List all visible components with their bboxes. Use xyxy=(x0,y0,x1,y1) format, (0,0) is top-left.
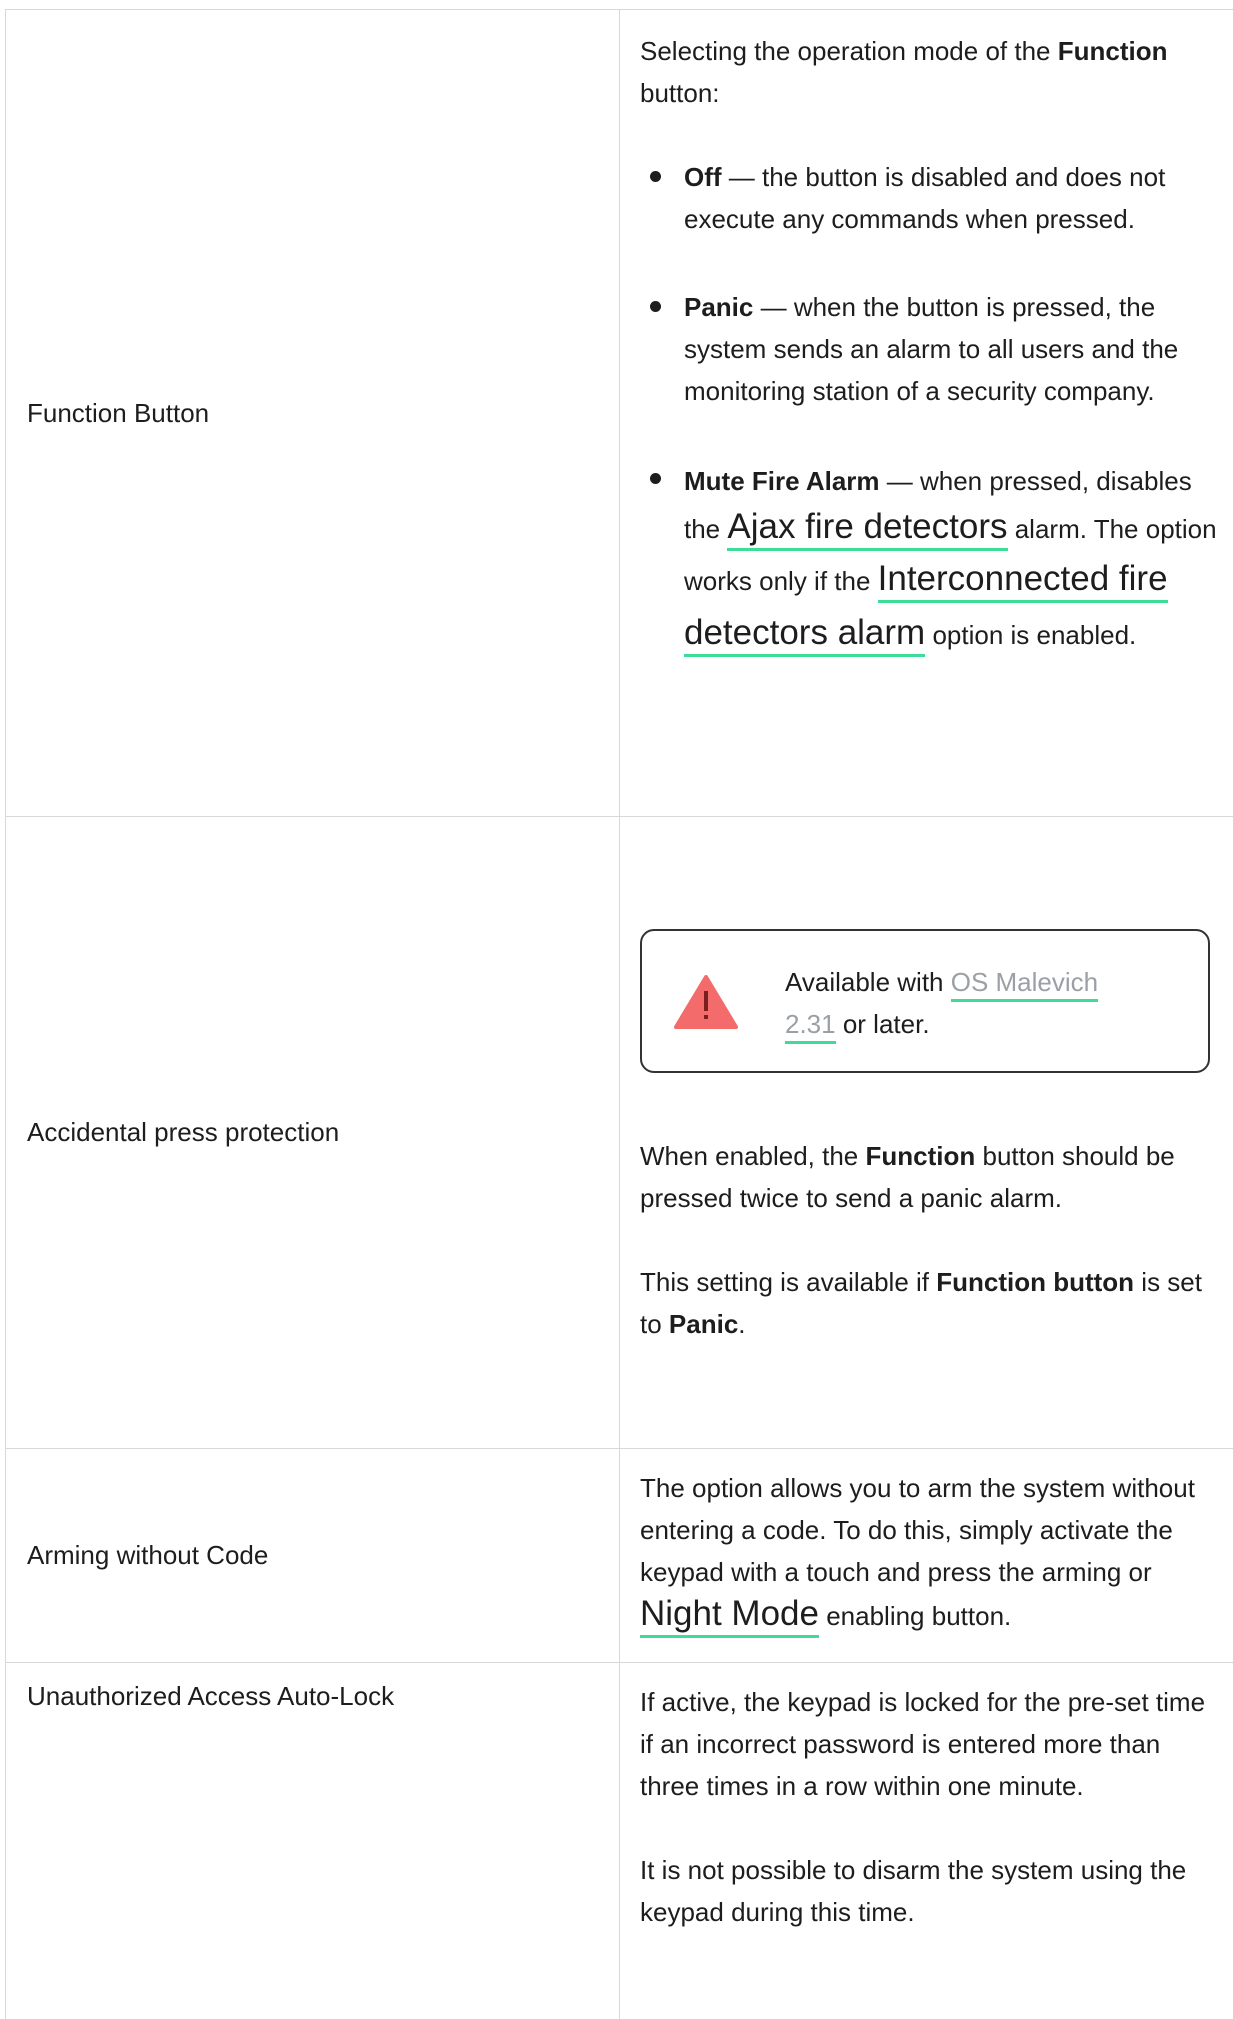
setting-description: If active, the keypad is locked for the … xyxy=(620,1663,1233,2019)
description-paragraph: If active, the keypad is locked for the … xyxy=(640,1687,1206,1801)
table-row: Arming without Code The option allows yo… xyxy=(5,1449,1233,1663)
list-item: Off — the button is disabled and does no… xyxy=(640,156,1219,240)
night-mode-link[interactable]: Night Mode xyxy=(640,1594,819,1638)
setting-name: Arming without Code xyxy=(5,1449,620,1662)
list-item: Mute Fire Alarm — when pressed, disables… xyxy=(640,458,1219,660)
setting-description: Selecting the operation mode of the Func… xyxy=(620,10,1233,816)
table-row: Function Button Selecting the operation … xyxy=(5,10,1233,817)
description-paragraph: When enabled, the Function button should… xyxy=(640,1141,1175,1213)
description-paragraph: It is not possible to disarm the system … xyxy=(640,1855,1187,1927)
settings-table: Function Button Selecting the operation … xyxy=(5,9,1233,2019)
table-row: Accidental press protection Available wi… xyxy=(5,817,1233,1449)
description-intro: Selecting the operation mode of the Func… xyxy=(640,36,1168,108)
setting-label: Unauthorized Access Auto-Lock xyxy=(27,1681,395,1711)
list-item: Panic — when the button is pressed, the … xyxy=(640,286,1219,412)
setting-name: Unauthorized Access Auto-Lock xyxy=(5,1663,620,2019)
setting-name: Accidental press protection xyxy=(5,817,620,1448)
callout-text: Available with OS Malevich 2.31 or later… xyxy=(785,961,1145,1045)
description-paragraph: This setting is available if Function bu… xyxy=(640,1267,1202,1339)
options-list: Off — the button is disabled and does no… xyxy=(640,156,1219,660)
ajax-fire-detectors-link[interactable]: Ajax fire detectors xyxy=(727,507,1008,551)
setting-description: The option allows you to arm the system … xyxy=(620,1449,1233,1662)
setting-label: Arming without Code xyxy=(27,1540,269,1570)
setting-label: Function Button xyxy=(27,397,210,428)
setting-label: Accidental press protection xyxy=(27,1117,340,1147)
description-paragraph: The option allows you to arm the system … xyxy=(640,1467,1219,1638)
table-row: Unauthorized Access Auto-Lock If active,… xyxy=(5,1663,1233,2019)
version-callout: Available with OS Malevich 2.31 or later… xyxy=(640,929,1210,1073)
setting-name: Function Button xyxy=(5,10,620,816)
warning-triangle-icon xyxy=(674,975,738,1029)
setting-description: Available with OS Malevich 2.31 or later… xyxy=(620,817,1233,1448)
